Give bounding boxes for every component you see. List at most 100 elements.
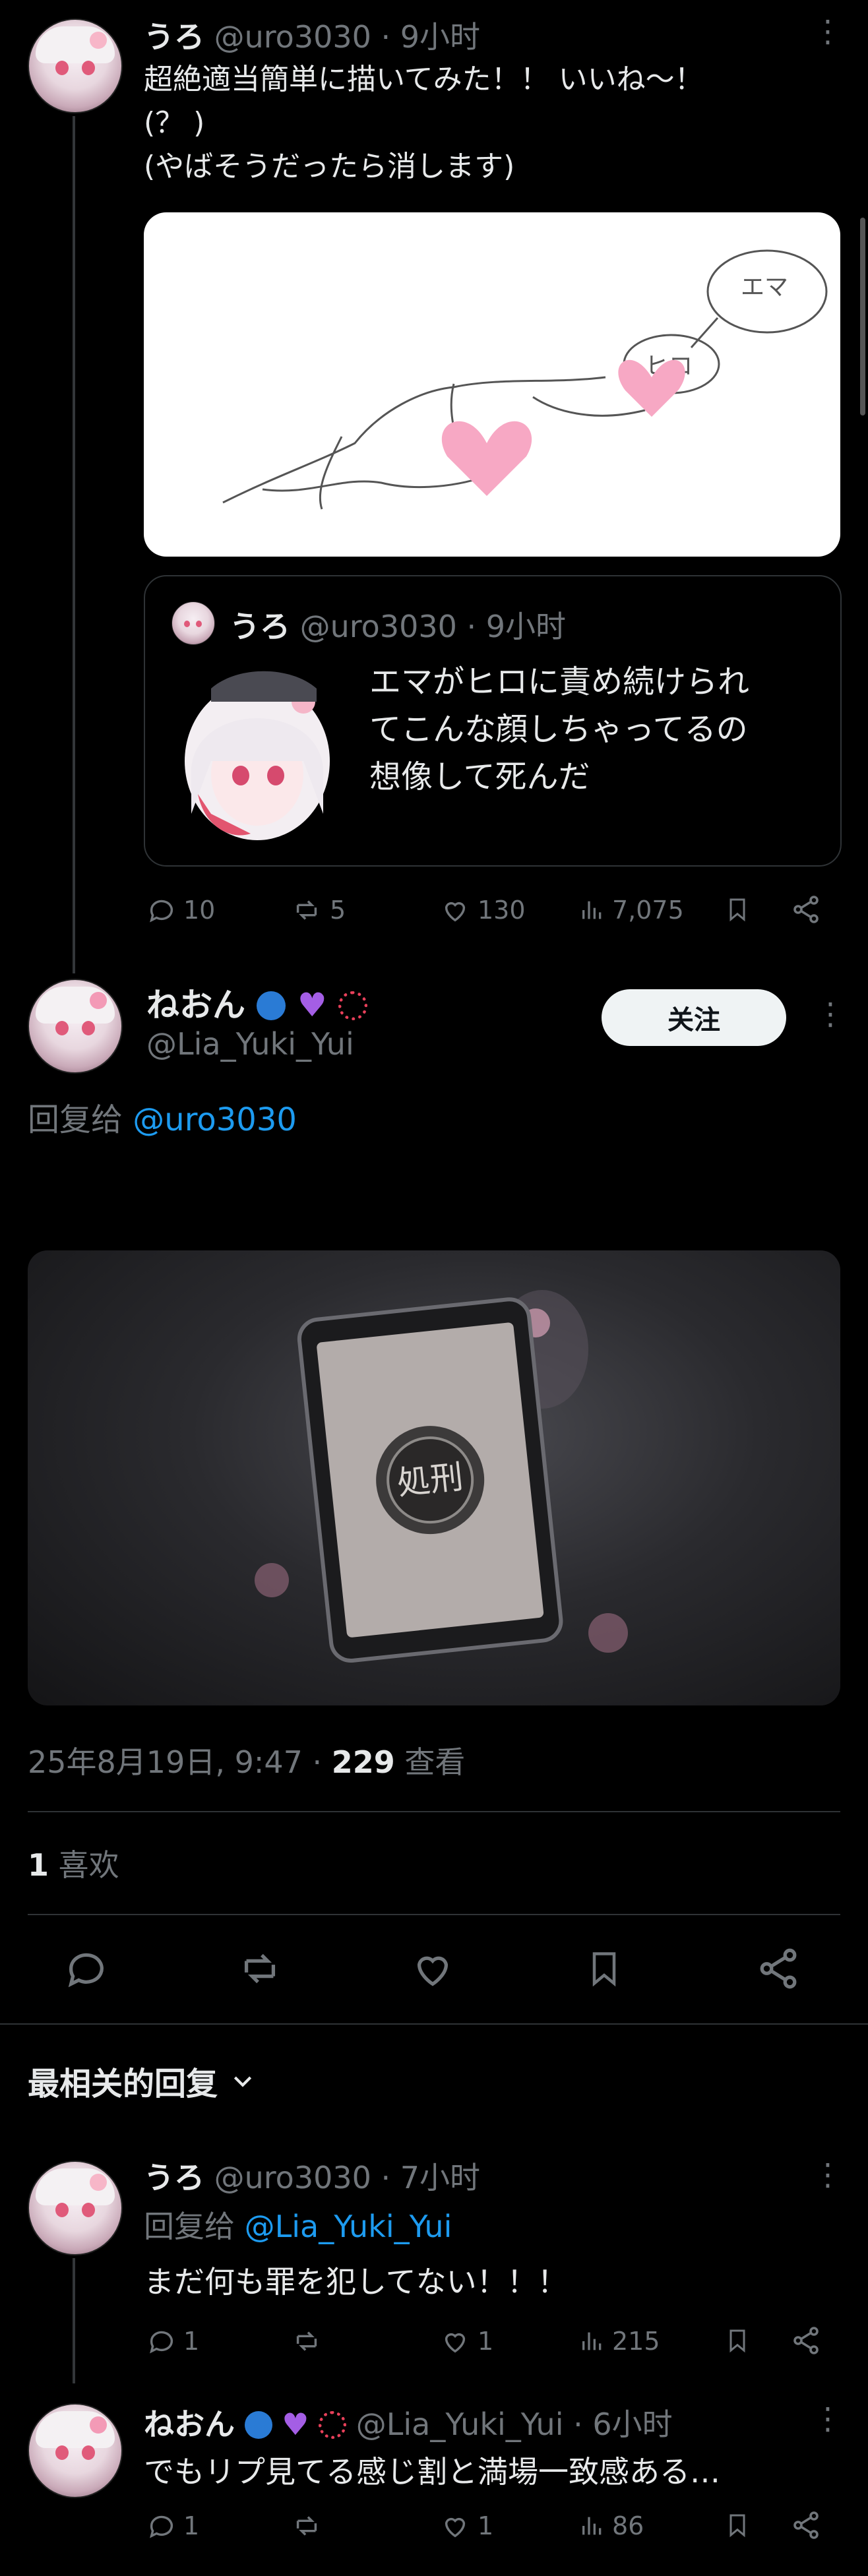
views-icon — [582, 2517, 602, 2535]
repost-icon — [296, 2516, 317, 2536]
post1-header: うろ @uro3030 · 9小时 — [144, 13, 480, 57]
phone-screen-text: 処刑 — [395, 1457, 465, 1502]
thread-line — [73, 2258, 75, 2383]
more-options-icon[interactable]: ⋮ — [813, 2401, 843, 2436]
avatar-uro[interactable] — [28, 18, 123, 113]
quoted-post-text: エマがヒロに責め続けられ てこんな顔しちゃってるの 想像して死んだ — [369, 663, 750, 795]
repost-icon[interactable] — [235, 1946, 285, 1992]
views-button[interactable]: 215 — [579, 2326, 660, 2356]
reply-button[interactable]: 1 — [146, 2326, 199, 2356]
divider — [0, 2023, 868, 2025]
reply-icon — [150, 2515, 173, 2538]
follow-button[interactable]: 关注 — [602, 989, 786, 1046]
views-label: 查看 — [394, 1744, 466, 1780]
post1-actions: 10 5 130 7,075 — [144, 890, 830, 930]
reply-to-link[interactable]: @uro3030 — [133, 1101, 297, 1138]
badge-emoji-icon — [338, 991, 368, 1020]
main-author-handle[interactable]: @Lia_Yuki_Yui — [146, 1026, 354, 1062]
quoted-author-name: うろ — [230, 609, 290, 644]
views-icon — [582, 2332, 602, 2350]
views-icon — [582, 901, 602, 919]
post-time[interactable]: · 7小时 — [381, 2160, 481, 2195]
post-time[interactable]: · 9小时 — [381, 19, 481, 55]
bookmark-icon[interactable] — [724, 893, 751, 926]
purple-heart-emoji-icon: ♥ — [282, 2407, 309, 2442]
share-icon[interactable] — [790, 2324, 822, 2357]
post-image-drawing[interactable]: ヒロ エマ — [144, 212, 840, 557]
post1-text: 超絶適当簡単に描いてみた！！ いいね～！ (？ ) (やばそうだったら消します) — [144, 63, 704, 183]
globe-emoji-icon — [257, 991, 286, 1020]
author-handle[interactable]: @Lia_Yuki_Yui — [356, 2407, 564, 2442]
main-more-options-icon[interactable]: ⋮ — [815, 996, 846, 1031]
share-icon[interactable] — [790, 893, 822, 926]
like-button[interactable]: 1 — [439, 2326, 493, 2356]
reply-icon — [150, 2331, 173, 2354]
reply1-context: 回复给 @Lia_Yuki_Yui — [144, 2209, 452, 2244]
author-handle[interactable]: @uro3030 — [214, 2160, 371, 2195]
views-count: 229 — [331, 1744, 395, 1780]
reply2-header: ねおん ♥ @Lia_Yuki_Yui · 6小时 — [144, 2401, 673, 2444]
phone-illustration: 処刑 — [255, 1290, 628, 1663]
heart-icon[interactable] — [409, 1946, 456, 1992]
bubble-label-ema: エマ — [741, 274, 788, 301]
heart-icon — [445, 2517, 466, 2538]
reply-button[interactable]: 1 — [146, 2511, 199, 2541]
repost-button[interactable] — [290, 2511, 323, 2541]
divider — [28, 1914, 840, 1915]
repost-button[interactable] — [290, 2326, 323, 2356]
reply-context: 回复给 @uro3030 — [28, 1101, 297, 1138]
share-icon[interactable] — [790, 2509, 822, 2542]
post-time[interactable]: · 6小时 — [573, 2407, 673, 2442]
reply-icon[interactable] — [63, 1946, 109, 1992]
divider — [28, 1811, 840, 1812]
main-post-media[interactable]: 処刑 — [28, 1250, 840, 1705]
reply2-actions: 1 1 86 — [144, 2506, 830, 2546]
post-meta: 25年8月19日, 9:47 · 229 查看 — [28, 1738, 465, 1782]
share-icon[interactable] — [755, 1946, 802, 1992]
globe-emoji-icon — [244, 2411, 272, 2439]
quoted-avatar — [171, 601, 215, 645]
reply-to-link[interactable]: @Lia_Yuki_Yui — [245, 2209, 452, 2244]
purple-heart-emoji-icon: ♥ — [297, 986, 327, 1024]
repost-icon — [296, 900, 317, 920]
bookmark-icon[interactable] — [584, 1946, 624, 1992]
quoted-post-card[interactable]: うろ @uro3030 · 9小时 エマがヒロに責め続けられ てこんな顔しちゃっ… — [144, 575, 842, 867]
reply1-text: まだ何も罪を犯してない！！！ — [144, 2264, 568, 2300]
chevron-down-icon — [233, 2076, 252, 2087]
reply1-header: うろ @uro3030 · 7小时 — [144, 2154, 480, 2197]
reply2-text: でもリプ見てる感じ割と満場一致感ある… — [144, 2454, 720, 2490]
scrollbar[interactable] — [860, 218, 865, 415]
views-button[interactable]: 86 — [579, 2511, 644, 2541]
repost-button[interactable]: 5 — [290, 895, 346, 925]
author-name[interactable]: うろ — [144, 19, 204, 55]
bookmark-icon[interactable] — [724, 2509, 751, 2542]
post-date: 25年8月19日, 9:47 · — [28, 1744, 332, 1780]
heart-icon — [445, 902, 466, 922]
avatar-neon[interactable] — [28, 979, 123, 1074]
quoted-post-image — [171, 662, 343, 840]
more-options-icon[interactable]: ⋮ — [813, 13, 843, 49]
reply-icon — [150, 900, 173, 923]
main-author-name[interactable]: ねおん ♥ — [146, 979, 368, 1026]
author-name[interactable]: うろ — [144, 2160, 204, 2195]
heart-icon — [445, 2333, 466, 2353]
avatar-neon[interactable] — [28, 2403, 123, 2498]
reply-sort-dropdown[interactable]: 最相关的回复 — [28, 2058, 256, 2104]
views-button[interactable]: 7,075 — [579, 895, 684, 925]
sketch-drawing: ヒロ エマ — [222, 249, 828, 510]
likes-summary[interactable]: 1 喜欢 — [28, 1841, 119, 1885]
bookmark-icon[interactable] — [724, 2324, 751, 2357]
reply1-actions: 1 1 215 — [144, 2321, 830, 2361]
more-options-icon[interactable]: ⋮ — [813, 2157, 843, 2192]
repost-icon — [296, 2331, 317, 2351]
quoted-author-handle: @uro3030 — [299, 609, 457, 644]
author-handle[interactable]: @uro3030 — [214, 19, 371, 55]
like-button[interactable]: 1 — [439, 2511, 493, 2541]
reply-button[interactable]: 10 — [146, 895, 215, 925]
thread-line — [73, 116, 75, 973]
quoted-post-time: · 9小时 — [466, 609, 567, 644]
avatar-uro[interactable] — [28, 2161, 123, 2255]
author-name[interactable]: ねおん — [144, 2407, 235, 2442]
badge-emoji-icon — [319, 2411, 347, 2439]
like-button[interactable]: 130 — [439, 895, 526, 925]
